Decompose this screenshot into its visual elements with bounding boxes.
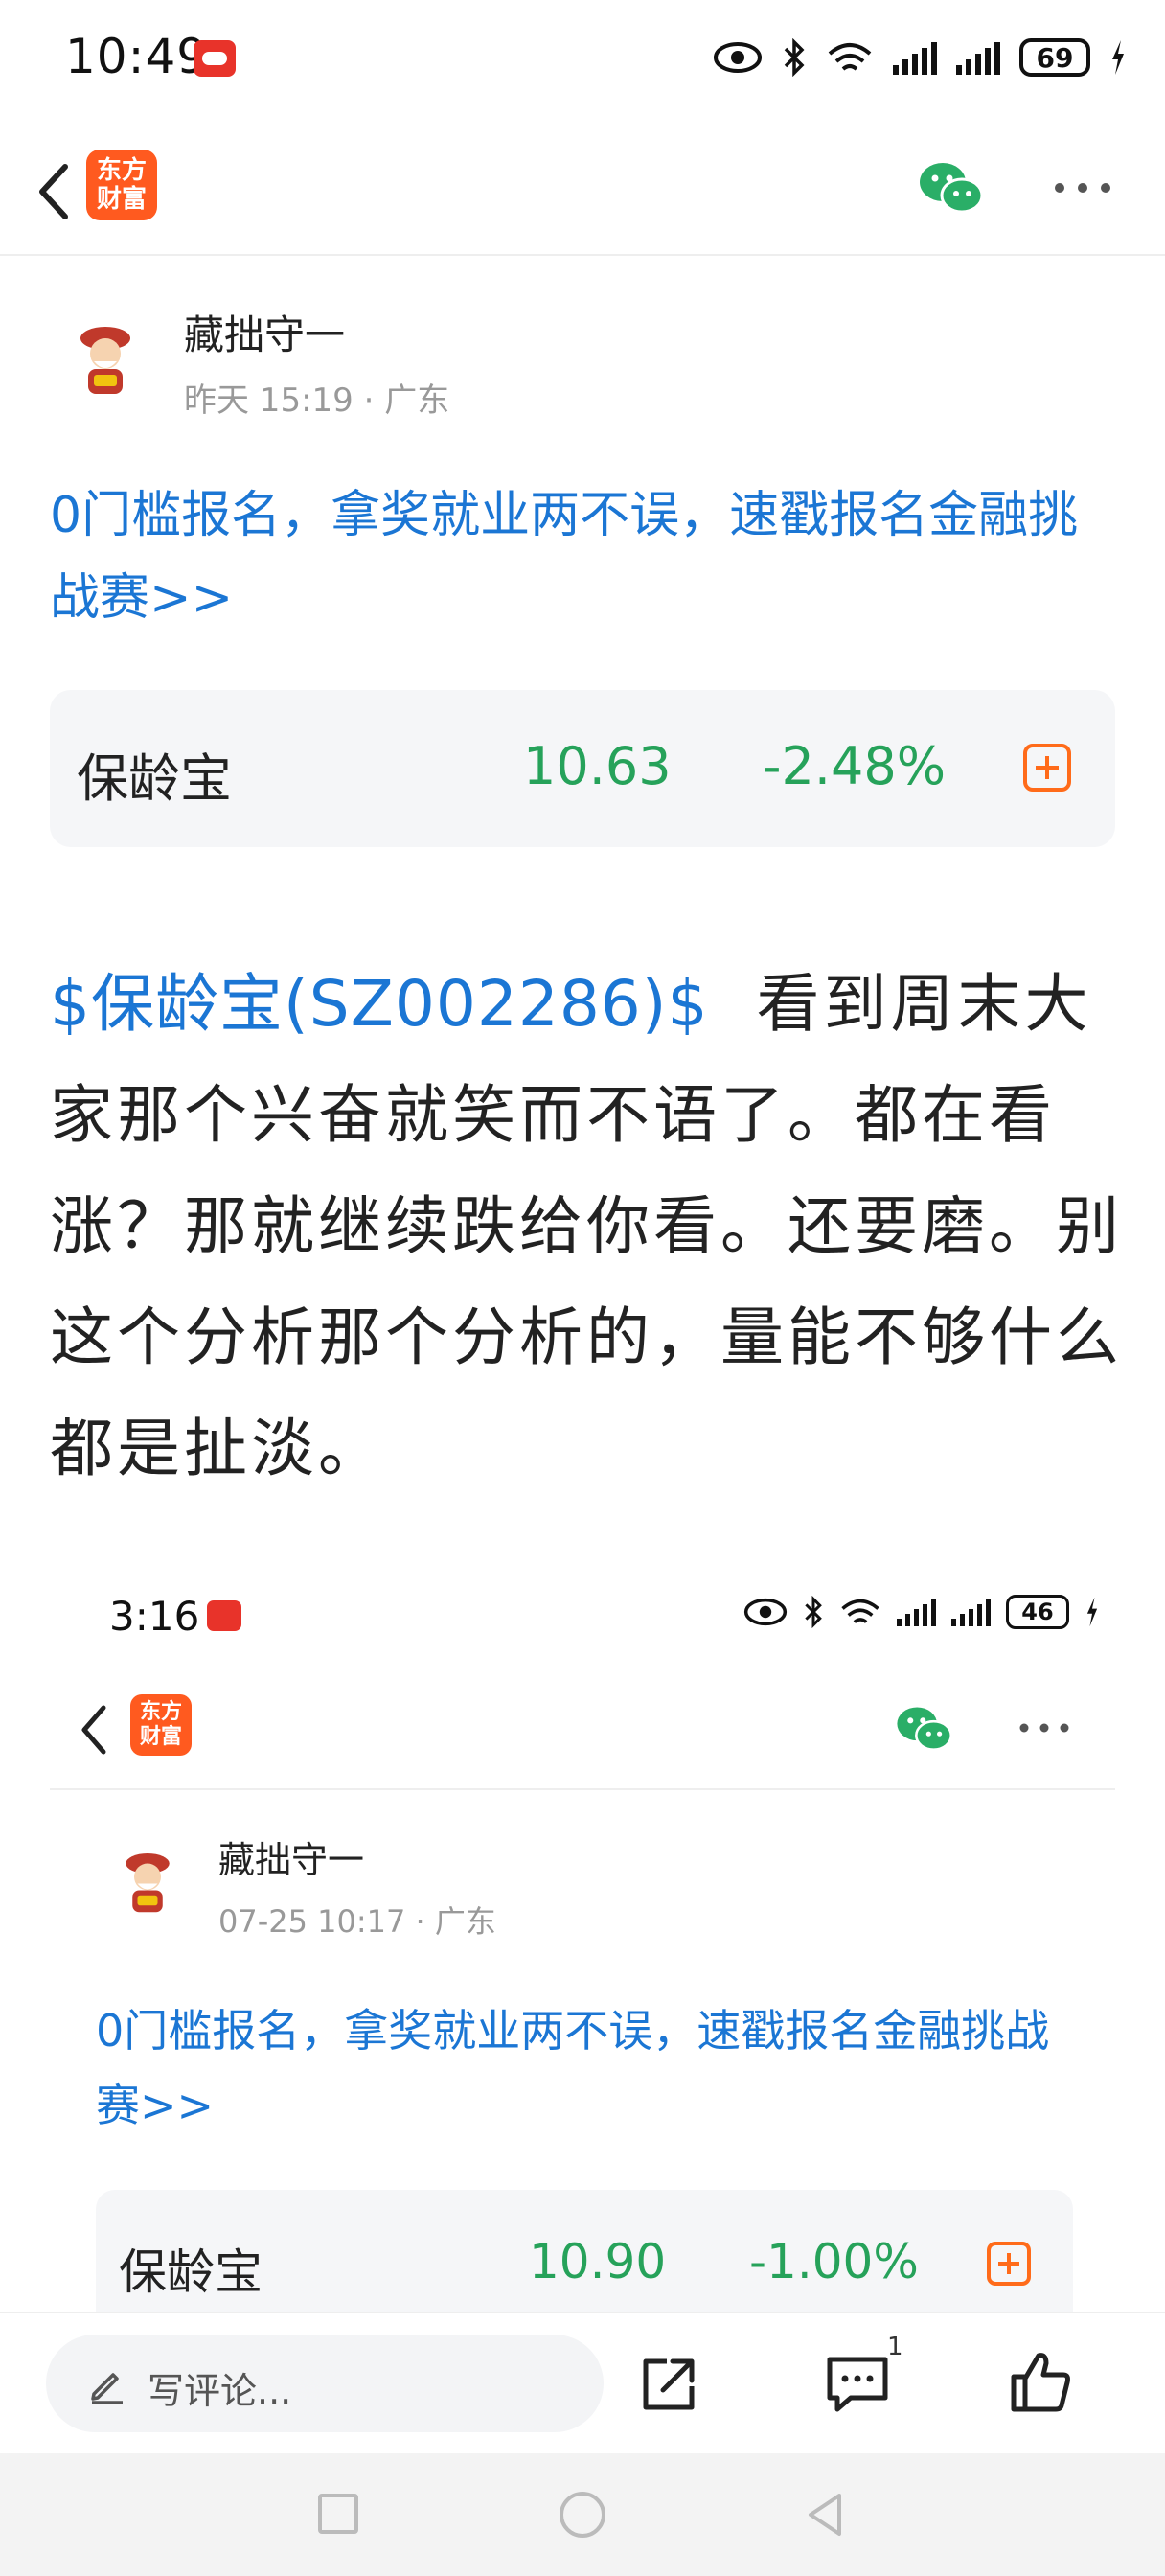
app-logo[interactable]: 东方 财富 bbox=[86, 150, 157, 220]
stock-name: 保龄宝 bbox=[119, 2244, 263, 2300]
stock-price: 10.90 bbox=[529, 2234, 667, 2289]
back-icon[interactable] bbox=[27, 153, 84, 230]
system-back-icon[interactable] bbox=[801, 2490, 849, 2540]
post-time-location: 昨天 15:19 · 广东 bbox=[184, 381, 450, 420]
home-icon[interactable] bbox=[560, 2492, 605, 2538]
app-notification-icon bbox=[207, 1600, 241, 1631]
bluetooth-icon bbox=[805, 1595, 822, 1629]
post-body: $保龄宝(SZ002286)$ 看到周末大家那个兴奋就笑而不语了。都在看涨？那就… bbox=[50, 949, 1132, 1505]
promo-link[interactable]: 0门槛报名，拿奖就业两不误，速戳报名金融挑战赛>> bbox=[50, 474, 1123, 639]
logo-text: 东方 bbox=[96, 156, 147, 185]
charging-icon bbox=[1086, 1597, 1098, 1627]
logo-text: 东方 bbox=[139, 1700, 182, 1724]
like-icon[interactable] bbox=[1004, 2346, 1077, 2419]
charging-icon bbox=[1112, 40, 1124, 75]
eye-icon bbox=[714, 42, 762, 73]
signal-icon bbox=[893, 40, 937, 75]
app-logo: 东方 财富 bbox=[130, 1694, 192, 1756]
system-nav-bar bbox=[0, 2453, 1165, 2576]
status-time: 10:49 bbox=[65, 29, 209, 84]
top-nav: 东方 财富 bbox=[0, 125, 1165, 256]
eye-icon bbox=[743, 1598, 788, 1626]
battery-icon: 69 bbox=[1019, 38, 1090, 77]
signal-icon bbox=[956, 40, 1000, 75]
share-icon[interactable] bbox=[634, 2350, 703, 2419]
wechat-share-icon bbox=[897, 1707, 953, 1751]
bottom-action-bar: 写评论... 1 bbox=[0, 2312, 1165, 2455]
stock-name: 保龄宝 bbox=[77, 748, 232, 809]
pen-icon bbox=[91, 2373, 123, 2404]
author-name[interactable]: 藏拙守一 bbox=[184, 303, 345, 361]
stock-change: -1.00% bbox=[749, 2234, 919, 2289]
author-avatar[interactable] bbox=[59, 311, 151, 403]
wifi-icon bbox=[841, 1598, 879, 1623]
stock-tag-link[interactable]: $保龄宝(SZ002286)$ bbox=[50, 967, 709, 1041]
bluetooth-icon bbox=[784, 38, 805, 77]
comment-placeholder: 写评论... bbox=[148, 2370, 292, 2412]
comment-count-badge: 1 bbox=[887, 2333, 903, 2361]
wechat-share-icon[interactable] bbox=[918, 159, 985, 217]
recent-apps-icon[interactable] bbox=[318, 2494, 358, 2534]
battery-icon: 46 bbox=[1006, 1595, 1069, 1629]
stock-price: 10.63 bbox=[523, 736, 672, 796]
logo-text: 财富 bbox=[96, 185, 147, 214]
add-watchlist-icon[interactable] bbox=[1023, 744, 1071, 792]
stock-card[interactable]: 保龄宝 10.63 -2.48% bbox=[50, 690, 1115, 847]
comment-input[interactable]: 写评论... bbox=[46, 2334, 604, 2432]
status-icons: 46 bbox=[743, 1589, 1100, 1635]
app-notification-icon bbox=[194, 40, 236, 77]
status-bar: 10:49 69 bbox=[0, 0, 1165, 125]
logo-text: 财富 bbox=[139, 1725, 182, 1749]
divider bbox=[50, 1788, 1115, 1790]
add-watchlist-icon bbox=[987, 2242, 1031, 2286]
wifi-icon bbox=[828, 43, 872, 71]
author-name: 藏拙守一 bbox=[218, 1839, 365, 1881]
status-time: 3:16 bbox=[109, 1593, 200, 1640]
stock-change: -2.48% bbox=[763, 736, 947, 796]
promo-link: 0门槛报名，拿奖就业两不误，速戳报名金融挑战赛>> bbox=[96, 2005, 1050, 2131]
back-icon bbox=[81, 1705, 106, 1755]
signal-icon bbox=[951, 1598, 991, 1626]
post-time-location: 07-25 10:17 · 广东 bbox=[218, 1903, 496, 1940]
status-icons: 69 bbox=[713, 31, 1127, 84]
more-options-icon bbox=[1019, 1723, 1069, 1733]
more-options-icon[interactable] bbox=[1052, 180, 1113, 196]
signal-icon bbox=[897, 1598, 936, 1626]
stock-card: 保龄宝 10.90 -1.00% bbox=[96, 2190, 1073, 2314]
comment-icon[interactable] bbox=[822, 2348, 895, 2417]
embedded-screenshot[interactable]: 3:16 46 东方 财富 藏拙守一 07-25 10:17 · 广东 0门槛报… bbox=[0, 1562, 1165, 2314]
author-avatar bbox=[108, 1841, 187, 1920]
post-body-text: 看到周末大家那个兴奋就笑而不语了。都在看涨？那就继续跌给你看。还要磨。别这个分析… bbox=[50, 967, 1123, 1485]
